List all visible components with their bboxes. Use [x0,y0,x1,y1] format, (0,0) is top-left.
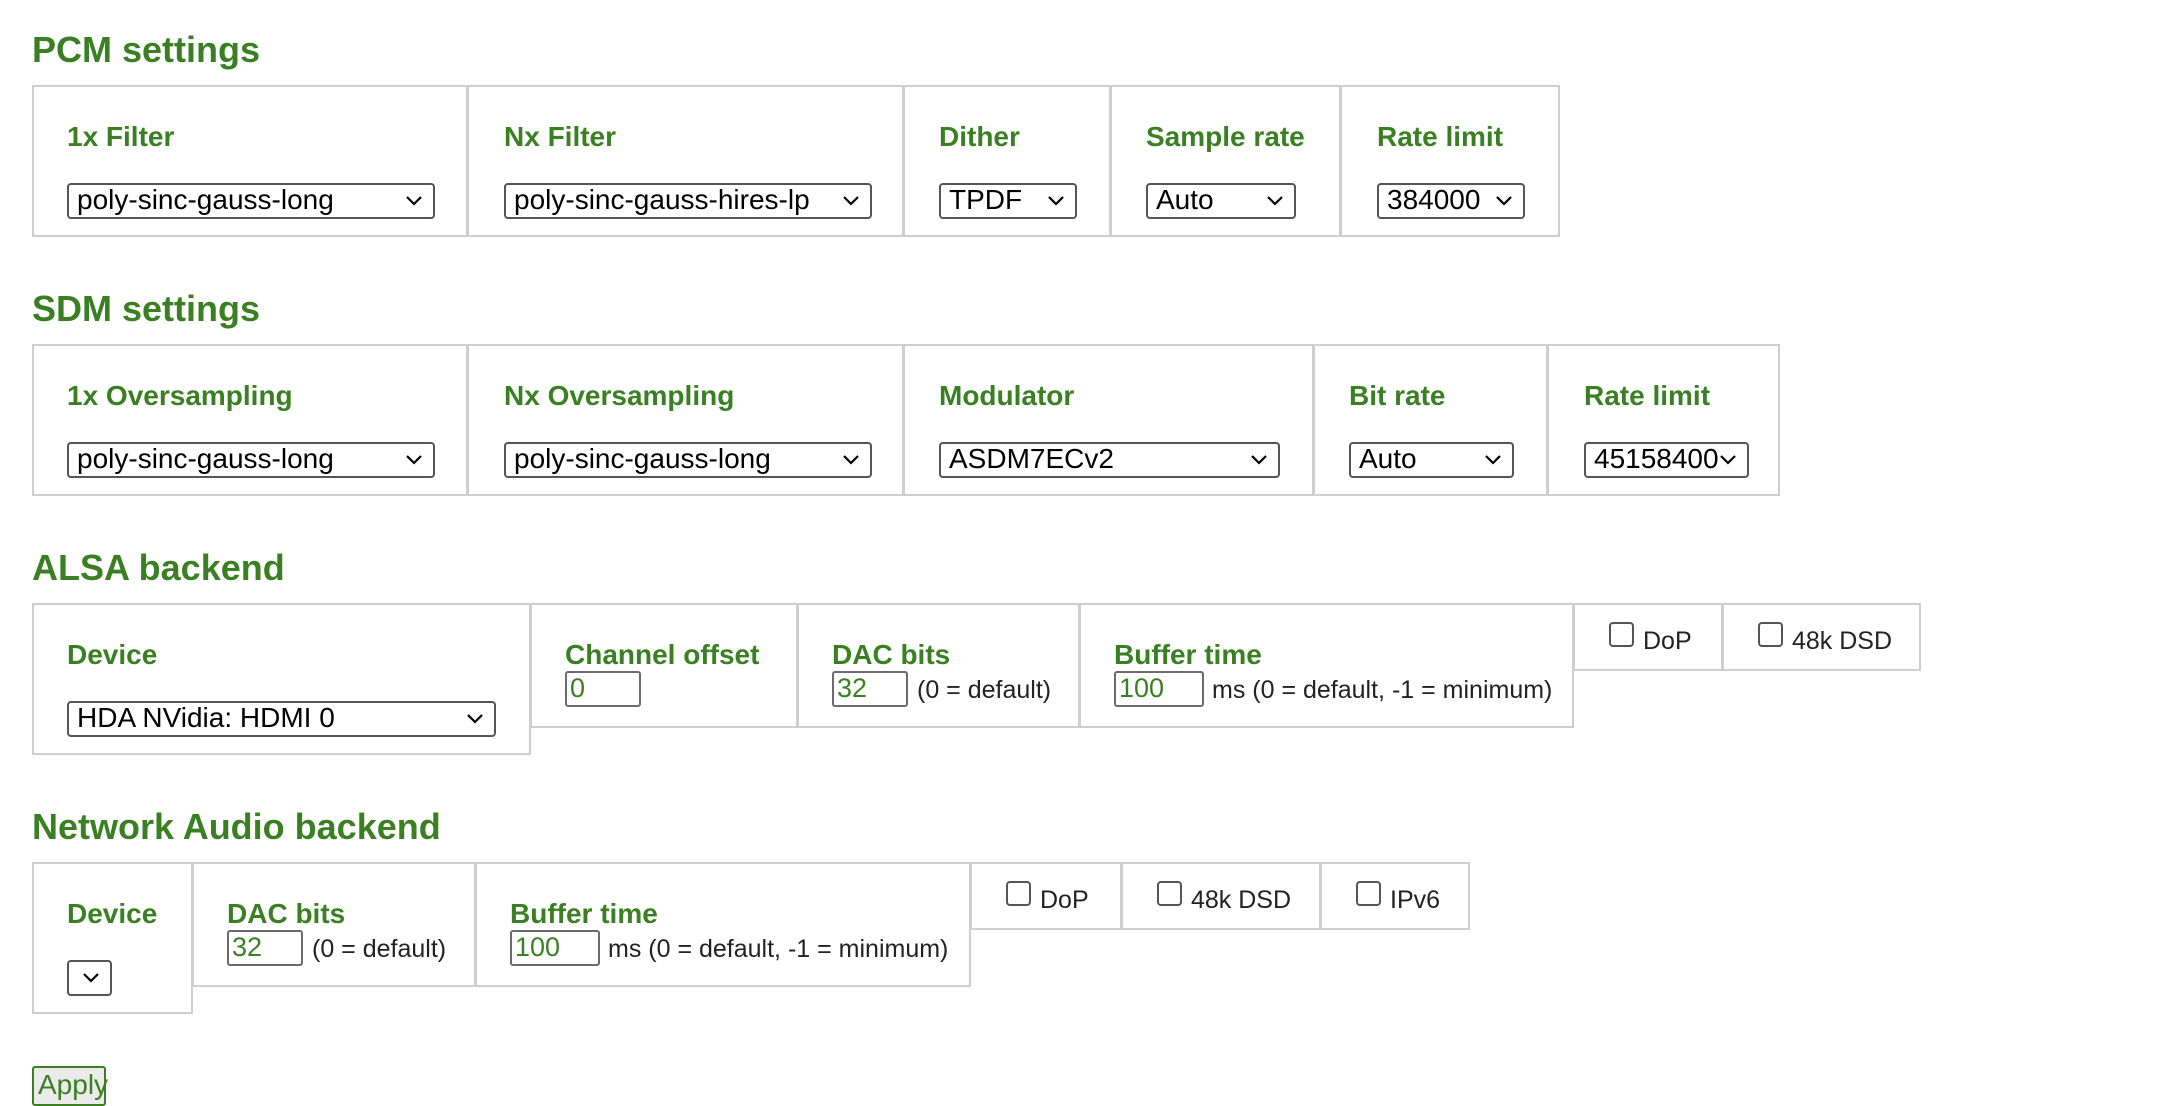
sdm-oversampling-nx-select[interactable]: poly-sinc-gauss-long [504,442,872,478]
apply-button[interactable]: Apply [32,1066,108,1106]
network-dop-label: DoP [1040,886,1089,914]
pcm-dither-select[interactable]: TPDF [939,183,1077,219]
chevron-down-icon [1048,196,1064,206]
alsa-channel-offset-label: Channel offset [565,639,760,670]
chevron-down-icon [1496,196,1512,206]
sdm-modulator-select[interactable]: ASDM7ECv2 [939,442,1280,478]
alsa-dac-bits-input[interactable]: 32 [832,671,908,707]
pcm-filter-1x-cell: 1x Filter poly-sinc-gauss-long [32,85,468,237]
chevron-down-icon [83,973,99,983]
alsa-device-label: Device [67,639,158,670]
network-dac-bits-note: (0 = default) [312,935,447,963]
sdm-rate-limit-value: 45158400 [1594,443,1719,474]
network-dac-bits-input[interactable]: 32 [227,930,303,966]
pcm-filter-1x-label: 1x Filter [67,121,175,152]
alsa-device-value: HDA NVidia: HDMI 0 [77,702,335,733]
network-48k-dsd-label: 48k DSD [1191,886,1292,914]
sdm-rate-limit-label: Rate limit [1584,380,1711,411]
network-buffer-time-input[interactable]: 100 [510,930,600,966]
sdm-modulator-label: Modulator [939,380,1075,411]
pcm-dither-value: TPDF [949,184,1023,215]
alsa-48k-dsd-label: 48k DSD [1792,627,1893,655]
pcm-sample-rate-value: Auto [1156,184,1214,215]
network-buffer-time-label: Buffer time [510,898,658,929]
sdm-modulator-cell: Modulator ASDM7ECv2 [903,344,1314,496]
alsa-dac-bits-cell: DAC bits 32 (0 = default) [797,603,1080,728]
sdm-oversampling-nx-cell: Nx Oversampling poly-sinc-gauss-long [467,344,904,496]
network-ipv6-cell: IPv6 [1320,862,1470,930]
pcm-sample-rate-label: Sample rate [1146,121,1305,152]
chevron-down-icon [1251,455,1267,465]
section-title-sdm: SDM settings [32,288,261,329]
pcm-dither-cell: Dither TPDF [903,85,1111,237]
sdm-bit-rate-label: Bit rate [1349,380,1446,411]
pcm-sample-rate-select[interactable]: Auto [1146,183,1296,219]
pcm-rate-limit-select[interactable]: 384000 [1377,183,1525,219]
alsa-channel-offset-input[interactable]: 0 [565,671,641,707]
alsa-dop-label: DoP [1643,627,1692,655]
sdm-oversampling-1x-value: poly-sinc-gauss-long [77,443,334,474]
pcm-filter-nx-cell: Nx Filter poly-sinc-gauss-hires-lp [467,85,904,237]
pcm-rate-limit-cell: Rate limit 384000 [1340,85,1560,237]
chevron-down-icon [1267,196,1283,206]
network-device-cell: Device [32,862,193,1014]
chevron-down-icon [467,714,483,724]
alsa-buffer-time-input[interactable]: 100 [1114,671,1204,707]
network-buffer-time-note: ms (0 = default, -1 = minimum) [608,935,949,963]
alsa-device-cell: Device HDA NVidia: HDMI 0 [32,603,531,755]
sdm-rate-limit-select[interactable]: 45158400 [1584,442,1749,478]
chevron-down-icon [843,455,859,465]
pcm-filter-nx-label: Nx Filter [504,121,617,152]
sdm-modulator-value: ASDM7ECv2 [949,443,1114,474]
alsa-48k-dsd-checkbox[interactable] [1758,622,1783,647]
chevron-down-icon [406,196,422,206]
chevron-down-icon [406,455,422,465]
pcm-dither-label: Dither [939,121,1020,152]
alsa-48k-dsd-cell: 48k DSD [1722,603,1921,671]
network-dac-bits-label: DAC bits [227,898,346,929]
network-ipv6-checkbox[interactable] [1356,881,1381,906]
pcm-filter-1x-select[interactable]: poly-sinc-gauss-long [67,183,435,219]
network-dop-checkbox[interactable] [1006,881,1031,906]
pcm-rate-limit-value: 384000 [1387,184,1481,215]
sdm-rate-limit-cell: Rate limit 45158400 [1547,344,1780,496]
section-title-pcm: PCM settings [32,29,261,70]
alsa-device-select[interactable]: HDA NVidia: HDMI 0 [67,701,496,737]
pcm-filter-nx-value: poly-sinc-gauss-hires-lp [514,184,810,215]
sdm-bit-rate-select[interactable]: Auto [1349,442,1514,478]
alsa-buffer-time-note: ms (0 = default, -1 = minimum) [1212,676,1553,704]
network-ipv6-label: IPv6 [1390,886,1441,914]
network-dac-bits-cell: DAC bits 32 (0 = default) [192,862,476,987]
pcm-filter-nx-select[interactable]: poly-sinc-gauss-hires-lp [504,183,872,219]
sdm-oversampling-nx-value: poly-sinc-gauss-long [514,443,771,474]
pcm-rate-limit-label: Rate limit [1377,121,1504,152]
network-device-label: Device [67,898,158,929]
network-dop-cell: DoP [970,862,1122,930]
sdm-oversampling-1x-select[interactable]: poly-sinc-gauss-long [67,442,435,478]
alsa-buffer-time-cell: Buffer time 100 ms (0 = default, -1 = mi… [1079,603,1574,728]
network-buffer-time-cell: Buffer time 100 ms (0 = default, -1 = mi… [475,862,971,987]
network-48k-dsd-checkbox[interactable] [1157,881,1182,906]
chevron-down-icon [1485,455,1501,465]
chevron-down-icon [1720,455,1736,465]
sdm-oversampling-1x-label: 1x Oversampling [67,380,293,411]
alsa-channel-offset-cell: Channel offset 0 [530,603,798,728]
sdm-oversampling-1x-cell: 1x Oversampling poly-sinc-gauss-long [32,344,468,496]
network-48k-dsd-cell: 48k DSD [1121,862,1321,930]
pcm-sample-rate-cell: Sample rate Auto [1110,85,1341,237]
sdm-bit-rate-cell: Bit rate Auto [1313,344,1548,496]
section-title-alsa: ALSA backend [32,547,285,588]
chevron-down-icon [843,196,859,206]
alsa-dop-checkbox[interactable] [1609,622,1634,647]
pcm-filter-1x-value: poly-sinc-gauss-long [77,184,334,215]
alsa-dop-cell: DoP [1573,603,1723,671]
sdm-bit-rate-value: Auto [1359,443,1417,474]
alsa-buffer-time-label: Buffer time [1114,639,1262,670]
network-device-select[interactable] [67,960,112,996]
alsa-dac-bits-note: (0 = default) [917,676,1052,704]
sdm-oversampling-nx-label: Nx Oversampling [504,380,735,411]
alsa-dac-bits-label: DAC bits [832,639,951,670]
section-title-network: Network Audio backend [32,806,441,847]
